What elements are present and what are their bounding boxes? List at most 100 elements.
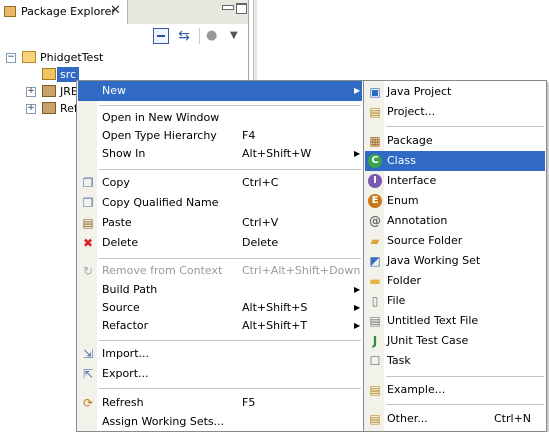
menu-item-project[interactable]: ▤ Project...: [365, 102, 545, 122]
menu-separator: [99, 258, 361, 259]
menu-item-source-folder[interactable]: ▰ Source Folder: [365, 231, 545, 251]
menu-item-label: Refresh: [102, 396, 144, 409]
menu-item-new[interactable]: New ▶: [78, 81, 362, 101]
menu-item-import[interactable]: ⇲ Import...: [78, 344, 362, 364]
menu-item-label: Delete: [102, 236, 139, 249]
menu-item-delete[interactable]: ✖ Delete Delete: [78, 233, 362, 253]
menu-item-file[interactable]: ▯ File: [365, 291, 545, 311]
menu-item-shortcut: Ctrl+C: [242, 176, 279, 189]
menu-item-open-in-new-window[interactable]: Open in New Window: [78, 108, 362, 128]
menu-item-label: Open Type Hierarchy: [102, 129, 217, 142]
menu-item-paste[interactable]: ▤ Paste Ctrl+V: [78, 213, 362, 233]
collapse-all-icon[interactable]: [153, 28, 169, 44]
link-with-editor-icon[interactable]: ⇆: [176, 28, 192, 44]
menu-item-label: Untitled Text File: [387, 314, 479, 327]
menu-item-interface[interactable]: I Interface: [365, 171, 545, 191]
import-icon: ⇲: [82, 347, 94, 361]
menu-item-task[interactable]: ☐ Task: [365, 351, 545, 371]
interface-icon: I: [368, 174, 382, 188]
tree-item-label: PhidgetTest: [40, 51, 104, 64]
menu-item-label: Annotation: [387, 214, 448, 227]
menu-item-java-working-set[interactable]: ◩ Java Working Set: [365, 251, 545, 271]
menu-item-copy[interactable]: ❐ Copy Ctrl+C: [78, 173, 362, 193]
menu-item-label: Source: [102, 301, 140, 314]
view-toolbar: ⇆ ● ▼: [0, 24, 248, 48]
menu-item-shortcut: Delete: [242, 236, 279, 249]
new-project-icon: ▤: [369, 105, 381, 119]
refresh-icon: ⟳: [82, 396, 94, 410]
text-file-icon: ▤: [369, 314, 381, 328]
remove-from-context-icon: ↻: [82, 264, 94, 278]
menu-item-label: New: [102, 84, 126, 97]
collapse-toggle-icon[interactable]: −: [6, 53, 16, 63]
menu-item-open-type-hierarchy[interactable]: Open Type Hierarchy F4: [78, 126, 362, 146]
menu-item-source[interactable]: Source Alt+Shift+S ▶: [78, 298, 362, 318]
menu-item-label: Interface: [387, 174, 437, 187]
menu-item-example[interactable]: ▤ Example...: [365, 380, 545, 400]
folder-icon: ▬: [369, 274, 381, 288]
menu-item-folder[interactable]: ▬ Folder: [365, 271, 545, 291]
menu-item-label: Import...: [102, 347, 149, 360]
menu-item-label: Source Folder: [387, 234, 463, 247]
submenu-arrow-icon: ▶: [354, 303, 361, 312]
menu-item-label: JUnit Test Case: [387, 334, 469, 347]
menu-item-label: Java Working Set: [387, 254, 481, 267]
submenu-arrow-icon: ▶: [354, 86, 361, 95]
delete-icon: ✖: [82, 236, 94, 250]
library-icon: [42, 85, 56, 97]
menu-item-shortcut: Ctrl+Alt+Shift+Down: [242, 264, 361, 277]
menu-item-assign-working-sets[interactable]: Assign Working Sets...: [78, 412, 362, 432]
maximize-icon[interactable]: [236, 3, 247, 14]
menu-item-copy-qualified-name[interactable]: ❐ Copy Qualified Name: [78, 193, 362, 213]
tab-package-explorer[interactable]: Package Explorer ✕: [0, 0, 128, 24]
java-project-icon: ▣: [369, 85, 381, 99]
toolbar-separator: [199, 28, 200, 44]
menu-item-label: Other...: [387, 412, 428, 425]
menu-separator: [99, 340, 361, 341]
menu-item-label: Class: [387, 154, 416, 167]
menu-item-refactor[interactable]: Refactor Alt+Shift+T ▶: [78, 316, 362, 336]
menu-separator: [386, 404, 544, 405]
menu-item-enum[interactable]: E Enum: [365, 191, 545, 211]
menu-item-shortcut: Ctrl+N: [494, 412, 532, 425]
menu-item-untitled-text-file[interactable]: ▤ Untitled Text File: [365, 311, 545, 331]
menu-item-java-project[interactable]: ▣ Java Project: [365, 82, 545, 102]
menu-separator: [386, 126, 544, 127]
enum-icon: E: [368, 194, 382, 208]
menu-item-junit-test-case[interactable]: J JUnit Test Case: [365, 331, 545, 351]
expand-toggle-icon[interactable]: +: [26, 104, 36, 114]
menu-item-label: Export...: [102, 367, 149, 380]
menu-item-label: Show In: [102, 147, 146, 160]
submenu-arrow-icon: ▶: [354, 149, 361, 158]
expand-toggle-icon[interactable]: +: [26, 87, 36, 97]
menu-item-label: Folder: [387, 274, 421, 287]
menu-item-label: Project...: [387, 105, 436, 118]
source-folder-icon: [42, 68, 56, 80]
menu-item-build-path[interactable]: Build Path ▶: [78, 280, 362, 300]
menu-item-label: Copy: [102, 176, 130, 189]
menu-item-shortcut: Ctrl+V: [242, 216, 279, 229]
menu-item-label: Assign Working Sets...: [102, 415, 225, 428]
menu-item-refresh[interactable]: ⟳ Refresh F5: [78, 393, 362, 413]
other-wizard-icon: ▤: [369, 412, 381, 426]
tree-item-project[interactable]: − PhidgetTest: [0, 50, 248, 66]
menu-item-annotation[interactable]: @ Annotation: [365, 211, 545, 231]
package-explorer-icon: [4, 6, 16, 17]
menu-separator: [99, 388, 361, 389]
submenu-arrow-icon: ▶: [354, 285, 361, 294]
project-icon: [22, 51, 36, 63]
minimize-icon[interactable]: [222, 5, 234, 10]
menu-item-label: Java Project: [387, 85, 452, 98]
menu-item-shortcut: Alt+Shift+W: [242, 147, 312, 160]
menu-item-class[interactable]: C Class: [365, 151, 545, 171]
menu-item-package[interactable]: ▦ Package: [365, 131, 545, 151]
view-menu-icon[interactable]: ▼: [230, 28, 246, 44]
java-working-set-icon: ◩: [369, 254, 381, 268]
menu-item-export[interactable]: ⇱ Export...: [78, 364, 362, 384]
annotation-icon: @: [369, 214, 381, 228]
menu-item-other[interactable]: ▤ Other... Ctrl+N: [365, 409, 545, 429]
filter-icon[interactable]: ●: [206, 28, 222, 44]
menu-item-label: Package: [387, 134, 433, 147]
close-icon[interactable]: ✕: [110, 3, 121, 18]
menu-item-show-in[interactable]: Show In Alt+Shift+W ▶: [78, 144, 362, 164]
